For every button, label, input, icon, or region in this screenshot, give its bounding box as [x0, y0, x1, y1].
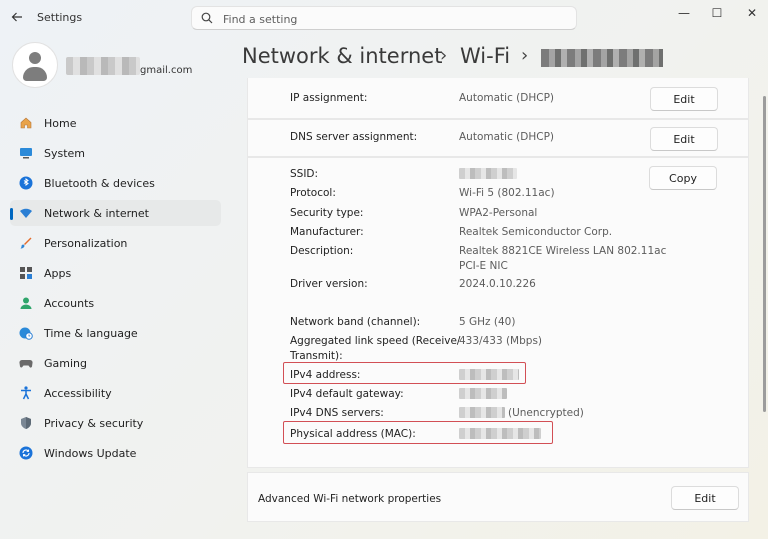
- ip-assignment-card: IP assignment: Automatic (DHCP) Edit: [247, 78, 749, 119]
- maximize-icon[interactable]: ☐: [707, 5, 727, 21]
- ssid-label: SSID:: [290, 168, 319, 180]
- network-band-value: 5 GHz (40): [459, 316, 516, 328]
- advanced-properties-edit-button[interactable]: Edit: [671, 486, 739, 510]
- page-title-redacted: [541, 49, 663, 67]
- minimize-icon[interactable]: —: [674, 5, 694, 21]
- breadcrumb-network[interactable]: Network & internet: [242, 44, 442, 68]
- wifi-icon: [20, 208, 32, 218]
- app-title: Settings: [37, 11, 83, 24]
- ipv4-dns-redacted: [459, 407, 505, 418]
- description-label: Description:: [290, 245, 354, 257]
- bluetooth-icon: [19, 176, 33, 190]
- sidebar-item-bluetooth[interactable]: Bluetooth & devices: [10, 170, 221, 196]
- sidebar-item-gaming[interactable]: Gaming: [10, 350, 221, 376]
- accounts-icon: [20, 297, 32, 309]
- dns-assignment-value: Automatic (DHCP): [459, 131, 555, 143]
- breadcrumb-separator: ›: [440, 45, 448, 66]
- dns-assignment-label: DNS server assignment:: [290, 131, 418, 143]
- dns-assignment-card: DNS server assignment: Automatic (DHCP) …: [247, 119, 749, 157]
- ipv4-highlight-box: [283, 362, 526, 384]
- sidebar-item-time-language[interactable]: Time & language: [10, 320, 221, 346]
- sidebar-item-windows-update[interactable]: Windows Update: [10, 440, 221, 466]
- user-name-redacted: [66, 57, 140, 75]
- accessibility-icon: [21, 386, 31, 400]
- avatar[interactable]: [12, 42, 58, 88]
- advanced-properties-card: Advanced Wi-Fi network properties Edit: [247, 472, 749, 522]
- mac-highlight-box: [283, 421, 553, 444]
- security-type-value: WPA2-Personal: [459, 207, 538, 219]
- link-speed-label-line1: Aggregated link speed (Receive/: [290, 335, 461, 347]
- back-arrow-icon[interactable]: [9, 10, 25, 26]
- breadcrumb-separator: ›: [521, 45, 529, 66]
- copy-properties-button[interactable]: Copy: [649, 166, 717, 190]
- sidebar-item-privacy[interactable]: Privacy & security: [10, 410, 221, 436]
- ipv4-gateway-redacted: [459, 388, 507, 399]
- driver-version-value: 2024.0.10.226: [459, 278, 536, 290]
- ip-assignment-edit-button[interactable]: Edit: [650, 87, 718, 111]
- gamepad-icon: [19, 359, 33, 368]
- sidebar-item-apps[interactable]: Apps: [10, 260, 221, 286]
- sidebar-item-accessibility[interactable]: Accessibility: [10, 380, 221, 406]
- security-type-label: Security type:: [290, 207, 364, 219]
- sidebar-item-personalization[interactable]: Personalization: [10, 230, 221, 256]
- driver-version-label: Driver version:: [290, 278, 368, 290]
- search-box[interactable]: [191, 6, 577, 30]
- sidebar-item-system[interactable]: System: [10, 140, 221, 166]
- advanced-properties-label: Advanced Wi-Fi network properties: [258, 493, 442, 505]
- close-icon[interactable]: ✕: [742, 5, 762, 21]
- apps-icon: [20, 267, 32, 279]
- scrollbar[interactable]: [763, 96, 766, 412]
- ipv4-dns-encryption: (Unencrypted): [508, 407, 584, 419]
- brush-icon: [20, 237, 32, 249]
- ip-assignment-value: Automatic (DHCP): [459, 92, 555, 104]
- sidebar-item-accounts[interactable]: Accounts: [10, 290, 221, 316]
- breadcrumb-wifi[interactable]: Wi-Fi: [460, 44, 510, 68]
- user-avatar-icon: [29, 52, 41, 64]
- home-icon: [20, 117, 32, 129]
- selection-indicator: [10, 208, 13, 220]
- link-speed-label-line2: Transmit):: [290, 350, 343, 362]
- protocol-value: Wi-Fi 5 (802.11ac): [459, 187, 555, 199]
- protocol-label: Protocol:: [290, 187, 336, 199]
- search-icon: [201, 12, 213, 24]
- description-value-line2: PCI-E NIC: [459, 260, 508, 272]
- globe-clock-icon: [19, 327, 33, 340]
- ipv4-gateway-label: IPv4 default gateway:: [290, 388, 404, 400]
- description-value-line1: Realtek 8821CE Wireless LAN 802.11ac: [459, 245, 667, 257]
- user-email: gmail.com: [140, 65, 193, 76]
- network-band-label: Network band (channel):: [290, 316, 421, 328]
- link-speed-value: 433/433 (Mbps): [459, 335, 543, 347]
- search-input[interactable]: [221, 10, 565, 28]
- ssid-value-redacted: [459, 168, 517, 179]
- system-icon: [20, 148, 32, 159]
- update-icon: [19, 446, 33, 460]
- dns-assignment-edit-button[interactable]: Edit: [650, 127, 718, 151]
- ip-assignment-label: IP assignment:: [290, 92, 368, 104]
- sidebar-item-home[interactable]: Home: [10, 110, 221, 136]
- manufacturer-label: Manufacturer:: [290, 226, 364, 238]
- manufacturer-value: Realtek Semiconductor Corp.: [459, 226, 613, 238]
- title-bar: Settings — ☐ ✕: [0, 0, 768, 36]
- shield-icon: [21, 417, 31, 429]
- ipv4-dns-label: IPv4 DNS servers:: [290, 407, 384, 419]
- sidebar-item-network[interactable]: Network & internet: [10, 200, 221, 226]
